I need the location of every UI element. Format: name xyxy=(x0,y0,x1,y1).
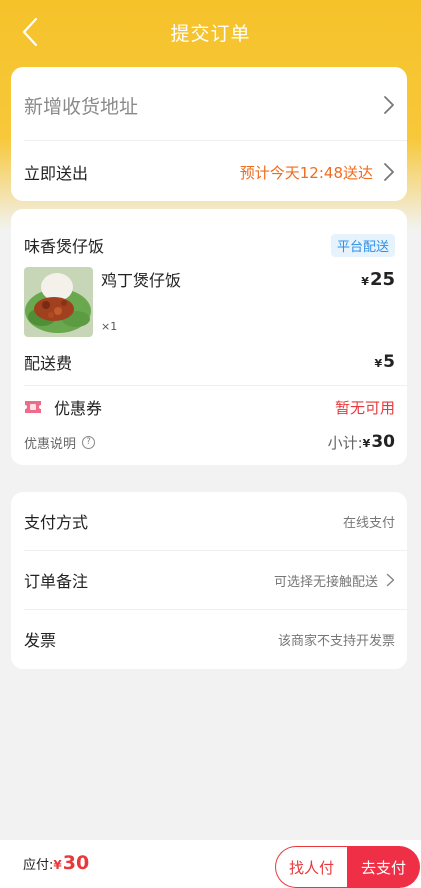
delivery-fee-value: ¥5 xyxy=(375,352,396,372)
order-note-value: 可选择无接触配送 xyxy=(273,574,378,590)
coupon-ticket-icon xyxy=(25,401,41,413)
coupon-label: 优惠券 xyxy=(54,399,103,418)
chevron-right-icon xyxy=(383,95,395,115)
currency-symbol: ¥ xyxy=(361,275,369,288)
currency-symbol: ¥ xyxy=(53,858,62,872)
order-note-row[interactable]: 订单备注 可选择无接触配送 xyxy=(24,551,395,609)
subtotal-amount: 30 xyxy=(371,432,395,452)
subtotal-row: 优惠说明 ? 小计: ¥30 xyxy=(24,428,395,456)
back-button[interactable] xyxy=(16,16,44,48)
delivery-fee-amount: 5 xyxy=(383,352,395,372)
item-quantity: ×1 xyxy=(101,320,118,333)
payment-method-row[interactable]: 支付方式 在线支付 xyxy=(24,492,395,550)
chevron-right-icon xyxy=(386,573,395,587)
invoice-value: 该商家不支持开发票 xyxy=(277,633,395,649)
divider xyxy=(24,385,407,386)
add-address-label: 新增收货地址 xyxy=(24,95,139,118)
amount-due-label: 应付: xyxy=(23,858,54,873)
page-title: 提交订单 xyxy=(170,22,251,45)
food-image xyxy=(24,267,93,337)
item-name: 鸡丁煲仔饭 xyxy=(101,271,182,290)
amount-due: 应付: ¥ 30 xyxy=(23,852,89,874)
pay-button[interactable]: 去支付 xyxy=(347,846,420,888)
currency-symbol: ¥ xyxy=(374,357,383,370)
options-card: 支付方式 在线支付 订单备注 可选择无接触配送 发票 该商家不支持开发票 xyxy=(11,492,407,669)
item-price-value: 25 xyxy=(369,269,395,290)
order-card: 味香煲仔饭 平台配送 鸡丁煲仔饭 ×1 ¥25 配送费 ¥5 优惠券 暂无可用 … xyxy=(11,209,407,465)
currency-symbol: ¥ xyxy=(362,437,371,450)
subtotal-label: 小计: xyxy=(327,433,363,452)
payment-method-value: 在线支付 xyxy=(342,515,395,531)
chevron-right-icon xyxy=(383,162,395,182)
delivery-fee-label: 配送费 xyxy=(24,354,73,373)
question-circle-icon[interactable]: ? xyxy=(82,435,96,449)
payment-method-label: 支付方式 xyxy=(24,513,89,532)
coupon-row[interactable]: 优惠券 暂无可用 xyxy=(24,393,395,421)
discount-info-label: 优惠说明 xyxy=(24,436,77,452)
order-item: 鸡丁煲仔饭 ×1 ¥25 xyxy=(24,267,395,339)
subtotal-value: ¥30 xyxy=(363,432,395,452)
invoice-row: 发票 该商家不支持开发票 xyxy=(24,610,395,668)
order-note-label: 订单备注 xyxy=(24,572,89,591)
item-price: ¥25 xyxy=(361,269,395,290)
ask-friend-pay-button[interactable]: 找人付 xyxy=(275,846,347,888)
address-card: 新增收货地址 立即送出 预计今天12:48送达 xyxy=(11,67,407,201)
delivery-label: 立即送出 xyxy=(24,164,89,183)
action-buttons: 找人付 去支付 xyxy=(275,846,420,888)
delivery-badge: 平台配送 xyxy=(330,233,395,257)
shop-name: 味香煲仔饭 xyxy=(24,237,105,256)
delivery-fee-row: 配送费 ¥5 xyxy=(24,347,395,377)
invoice-label: 发票 xyxy=(24,631,57,650)
add-address-row[interactable]: 新增收货地址 xyxy=(24,85,395,125)
shop-row: 味香煲仔饭 平台配送 xyxy=(24,231,395,259)
delivery-time-row[interactable]: 立即送出 预计今天12:48送达 xyxy=(24,155,395,189)
delivery-eta: 预计今天12:48送达 xyxy=(239,163,373,182)
chevron-left-icon xyxy=(22,17,38,47)
coupon-status: 暂无可用 xyxy=(334,398,395,417)
top-bar: 提交订单 xyxy=(0,0,421,64)
amount-due-value: 30 xyxy=(62,852,90,874)
divider xyxy=(24,140,407,141)
